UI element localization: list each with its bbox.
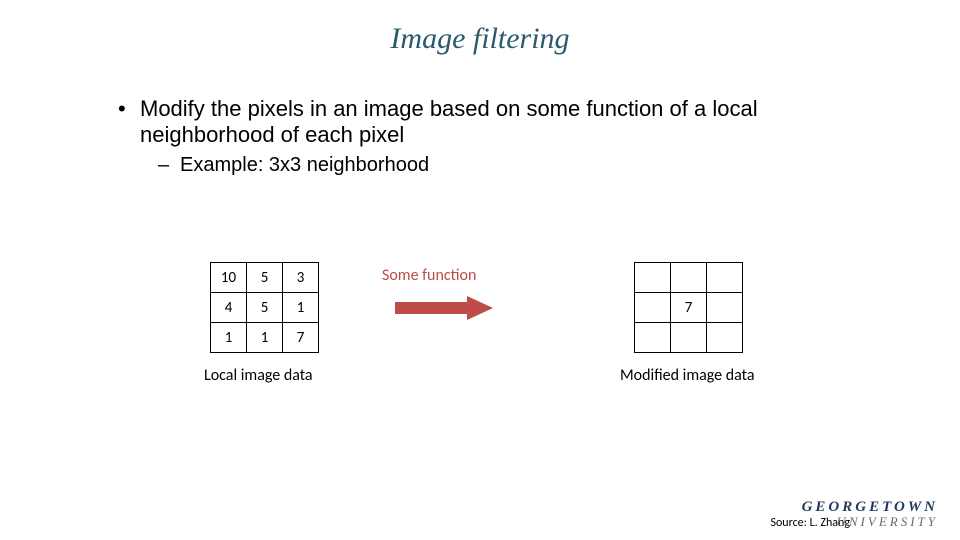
grid-cell (671, 323, 707, 353)
grid-cell: 1 (247, 323, 283, 353)
arrow-icon (395, 296, 495, 320)
caption-modified: Modified image data (620, 366, 755, 385)
grid-cell: 1 (283, 293, 319, 323)
modified-image-grid: 7 (634, 262, 743, 353)
grid-cell: 5 (247, 293, 283, 323)
logo-line2: UNIVERSITY (802, 514, 938, 530)
local-image-grid: 10 5 3 4 5 1 1 1 7 (210, 262, 319, 353)
grid-cell: 4 (211, 293, 247, 323)
function-label: Some function (382, 266, 476, 285)
grid-cell (635, 323, 671, 353)
caption-local: Local image data (204, 366, 313, 385)
bullet-sub: Example: 3x3 neighborhood (180, 154, 840, 177)
grid-cell: 3 (283, 263, 319, 293)
grid-cell (635, 263, 671, 293)
logo: GEORGETOWN UNIVERSITY (802, 500, 938, 530)
grid-cell (707, 293, 743, 323)
grid-cell (707, 263, 743, 293)
grid-cell (635, 293, 671, 323)
slide-title: Image filtering (0, 0, 960, 56)
grid-cell (707, 323, 743, 353)
grid-cell: 5 (247, 263, 283, 293)
grid-cell: 7 (671, 293, 707, 323)
grid-cell: 10 (211, 263, 247, 293)
grid-cell: 7 (283, 323, 319, 353)
grid-cell (671, 263, 707, 293)
bullet-main: Modify the pixels in an image based on s… (140, 96, 840, 148)
grid-cell: 1 (211, 323, 247, 353)
